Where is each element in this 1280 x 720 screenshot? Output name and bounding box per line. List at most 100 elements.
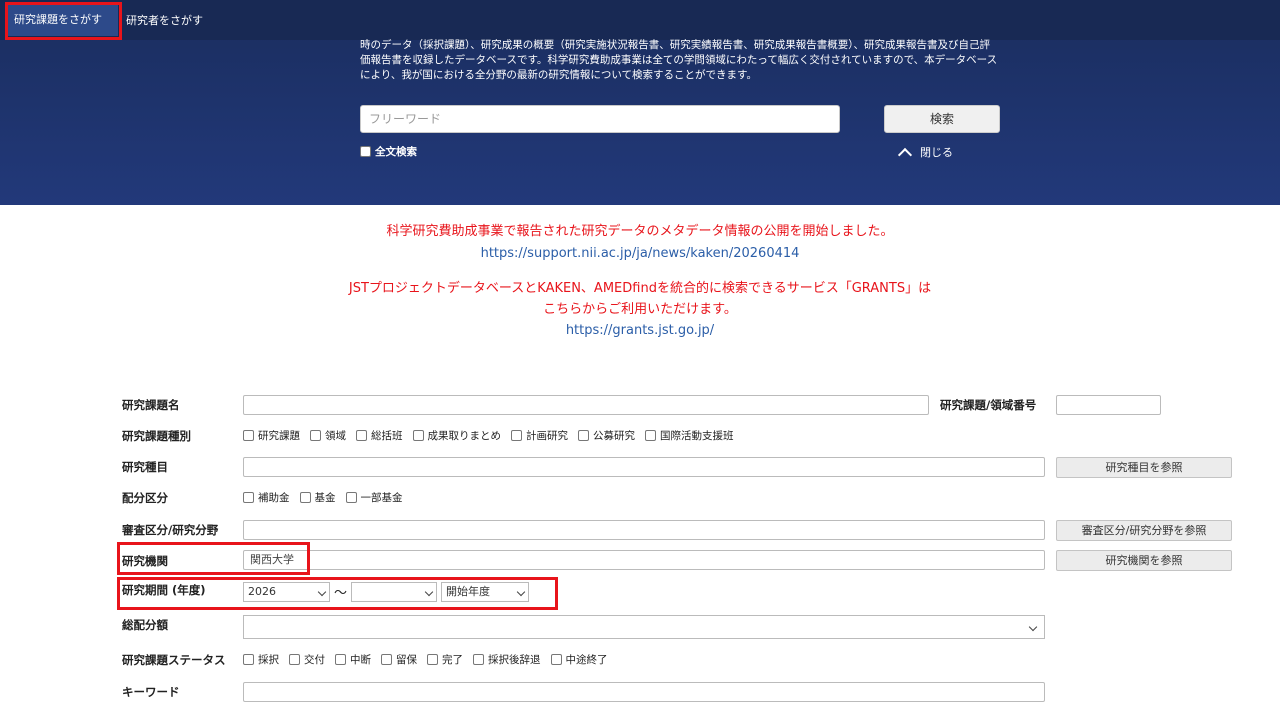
review-field-input[interactable] [243,520,1045,540]
institution-label: 研究機関 [122,554,168,568]
option-label: 中途終了 [565,654,608,666]
status-option[interactable]: 交付 [289,652,325,667]
checkbox-icon[interactable] [289,654,300,665]
checkbox-icon[interactable] [356,430,367,441]
type-option[interactable]: 国際活動支援班 [645,428,734,443]
type-option[interactable]: 総括班 [356,428,403,443]
review-field-label: 審査区分/研究分野 [122,523,219,537]
option-label: 中断 [350,654,371,666]
type-option[interactable]: 研究課題 [243,428,300,443]
tab-search-researchers[interactable]: 研究者をさがす [118,8,218,34]
option-label: 一部基金 [360,492,403,504]
total-amount-label: 総配分額 [122,618,168,632]
checkbox-icon[interactable] [578,430,589,441]
allocation-option[interactable]: 基金 [299,490,336,505]
checkbox-icon[interactable] [310,430,321,441]
status-option[interactable]: 中断 [335,652,371,667]
period-basis-select[interactable]: 開始年度 [441,582,529,602]
notice-grants-link[interactable]: https://grants.jst.go.jp/ [566,323,714,338]
status-option[interactable]: 完了 [427,652,463,667]
project-title-label: 研究課題名 [122,398,180,412]
institution-browse-button[interactable]: 研究機関を参照 [1056,550,1232,571]
option-label: 採択 [258,654,279,666]
checkbox-icon[interactable] [243,654,254,665]
option-label: 完了 [442,654,463,666]
chevron-down-icon [516,587,526,597]
tab-search-projects[interactable]: 研究課題をさがす [6,4,118,36]
project-title-input[interactable] [243,395,929,415]
type-option[interactable]: 領域 [310,428,346,443]
notice-grants-line1: JSTプロジェクトデータベースとKAKEN、AMEDfindを統合的に検索できる… [348,281,932,296]
option-label: 留保 [396,654,417,666]
checkbox-icon[interactable] [243,430,254,441]
top-nav: 研究課題をさがす 研究者をさがす [0,0,1280,40]
status-option[interactable]: 中途終了 [550,652,608,667]
review-field-browse-button[interactable]: 審査区分/研究分野を参照 [1056,520,1232,541]
option-label: 補助金 [258,492,290,504]
period-label: 研究期間 (年度) [122,583,206,597]
checkbox-icon[interactable] [335,654,346,665]
option-label: 採択後辞退 [488,654,541,666]
option-label: 総括班 [371,430,403,442]
close-search-toggle[interactable]: 閉じる [897,144,953,162]
type-option[interactable]: 公募研究 [578,428,635,443]
research-category-input[interactable] [243,457,1045,477]
project-number-input[interactable] [1056,395,1161,415]
project-number-label: 研究課題/領域番号 [940,398,1037,412]
chevron-down-icon [424,587,434,597]
notice-metadata-link[interactable]: https://support.nii.ac.jp/ja/news/kaken/… [481,246,800,261]
chevron-down-icon [1028,622,1038,632]
option-label: 研究課題 [258,430,300,442]
period-to-select[interactable] [351,582,437,602]
type-option[interactable]: 計画研究 [511,428,568,443]
option-label: 国際活動支援班 [660,430,734,442]
option-label: 計画研究 [526,430,568,442]
research-category-browse-button[interactable]: 研究種目を参照 [1056,457,1232,478]
option-label: 基金 [314,492,336,504]
project-status-options: 採択 交付 中断 留保 完了 採択後辞退 中途終了 [243,652,618,667]
status-option[interactable]: 採択 [243,652,279,667]
total-amount-select[interactable] [243,615,1045,639]
fulltext-search-checkbox[interactable]: 全文検索 [360,144,417,159]
project-type-label: 研究課題種別 [122,429,191,443]
database-description: 時のデータ（採択課題）、研究成果の概要（研究実施状況報告書、研究実績報告書、研究… [360,39,998,81]
option-label: 公募研究 [593,430,635,442]
checkbox-icon[interactable] [511,430,522,441]
period-from-select[interactable]: 2026 [243,582,330,602]
search-button[interactable]: 検索 [884,105,1000,133]
project-type-options: 研究課題 領域 総括班 成果取りまとめ 計画研究 公募研究 国際活動支援班 [243,428,744,443]
checkbox-icon[interactable] [645,430,656,441]
status-option[interactable]: 採択後辞退 [473,652,541,667]
checkbox-icon[interactable] [381,654,392,665]
institution-input[interactable]: 関西大学 [243,550,1045,570]
checkbox-icon[interactable] [473,654,484,665]
period-from-value: 2026 [248,585,276,598]
chevron-up-icon [897,147,913,162]
checkbox-icon[interactable] [345,492,357,503]
allocation-option[interactable]: 一部基金 [345,490,403,505]
notice-grants-line2: こちらからご利用いただけます。 [543,302,737,317]
close-label: 閉じる [920,146,953,159]
type-option[interactable]: 成果取りまとめ [412,428,502,443]
checkbox-icon[interactable] [412,430,424,441]
allocation-options: 補助金 基金 一部基金 [243,490,413,505]
allocation-option[interactable]: 補助金 [243,490,290,505]
keyword-input[interactable] [243,682,1045,702]
checkbox-icon[interactable] [299,492,311,503]
option-label: 交付 [304,654,325,666]
period-tilde: 〜 [334,586,348,601]
option-label: 成果取りまとめ [427,430,502,442]
free-word-search-input[interactable] [360,105,840,133]
checkbox-icon[interactable] [550,654,562,665]
period-basis-value: 開始年度 [446,585,490,598]
status-option[interactable]: 留保 [381,652,417,667]
option-label: 領域 [325,430,346,442]
checkbox-icon[interactable] [427,654,438,665]
chevron-down-icon [317,587,327,597]
fulltext-label: 全文検索 [375,146,417,158]
allocation-label: 配分区分 [122,491,168,505]
project-status-label: 研究課題ステータス [122,653,226,667]
checkbox-icon[interactable] [360,146,371,157]
checkbox-icon[interactable] [243,492,254,503]
keyword-label: キーワード [122,685,180,699]
